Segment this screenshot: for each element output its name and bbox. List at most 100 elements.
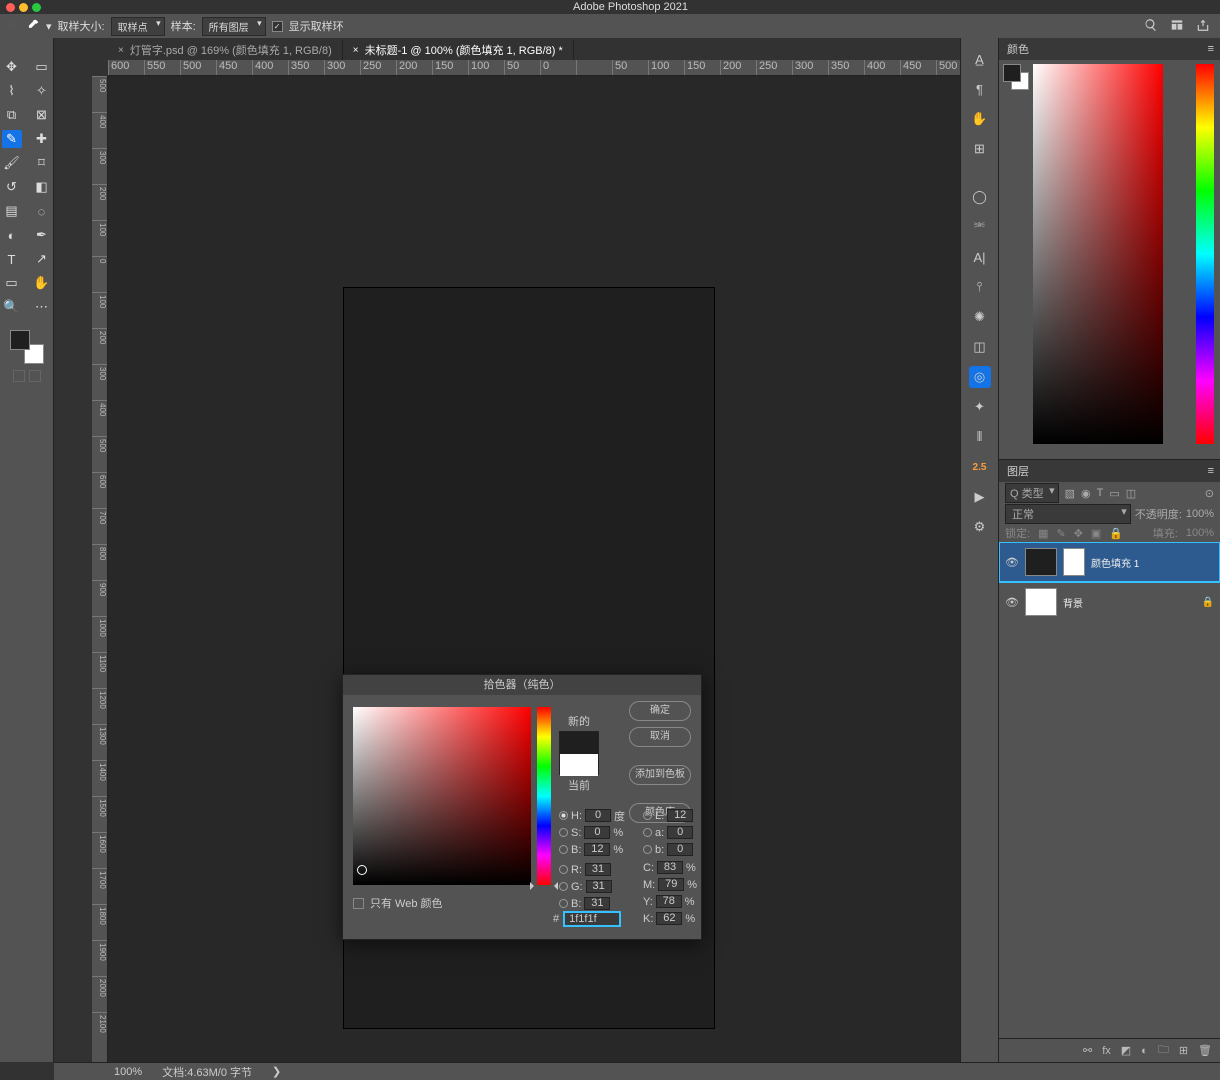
color-panel-header[interactable]: 颜色≡ (999, 38, 1220, 60)
filter-icon[interactable]: ▭ (1109, 487, 1119, 500)
eraser-tool[interactable]: ◧ (32, 178, 52, 196)
picker-color-field[interactable] (353, 707, 531, 885)
eyedropper-tool-icon[interactable] (26, 18, 40, 35)
lasso-tool[interactable]: ⌇ (2, 82, 22, 100)
filter-icon[interactable]: ◉ (1081, 487, 1091, 500)
move-tool[interactable]: ✥ (2, 58, 22, 76)
filter-icon[interactable]: ▧ (1065, 487, 1075, 500)
fx-icon[interactable]: fx (1102, 1045, 1111, 1057)
lock-icon[interactable]: ✎ (1056, 527, 1065, 540)
a-radio[interactable] (643, 828, 652, 837)
layer-mask[interactable] (1063, 548, 1085, 576)
new-color-swatch[interactable] (560, 732, 598, 754)
k-input[interactable]: 62 (656, 912, 682, 925)
healing-tool[interactable]: ✚ (32, 130, 52, 148)
filter-toggle[interactable]: ⊙ (1205, 487, 1214, 500)
screenmode-icon[interactable] (29, 370, 41, 382)
link-icon[interactable]: ⚯ (1083, 1044, 1092, 1057)
add-swatch-button[interactable]: 添加到色板 (629, 765, 691, 785)
panel-icon-7[interactable]: ✦ (969, 396, 991, 418)
share-icon[interactable] (1196, 18, 1210, 35)
filter-icon[interactable]: ◫ (1126, 487, 1136, 500)
r-radio[interactable] (559, 865, 568, 874)
document-tab-0[interactable]: ×灯管字.psd @ 169% (颜色填充 1, RGB/8) (108, 40, 343, 60)
doc-info[interactable]: 文档:4.63M/0 字节 (162, 1064, 252, 1080)
panel-menu-icon[interactable]: ≡ (1208, 43, 1220, 55)
g-input[interactable]: 31 (586, 880, 612, 893)
adjustment-icon[interactable]: ◐ (1141, 1045, 1148, 1057)
dodge-tool[interactable]: ◐ (2, 226, 22, 244)
hue-bar[interactable] (1196, 64, 1214, 444)
properties-icon[interactable]: ⎃ (969, 216, 991, 238)
visibility-icon[interactable]: 👁 (1005, 556, 1019, 569)
pen-tool[interactable]: ✒ (32, 226, 52, 244)
search-icon[interactable] (1144, 18, 1158, 35)
close-window[interactable] (6, 3, 15, 12)
marquee-tool[interactable]: ▭ (32, 58, 52, 76)
shape-tool[interactable]: ▭ (2, 274, 22, 292)
type-tool[interactable]: T (2, 250, 22, 268)
timeline-value[interactable]: 2.5 (969, 456, 991, 478)
new-layer-icon[interactable]: ⊞ (1179, 1044, 1188, 1057)
l-radio[interactable] (643, 811, 652, 820)
zoom-tool[interactable]: 🔍 (2, 298, 22, 316)
fill-value[interactable]: 100% (1186, 527, 1214, 539)
document-tab-1[interactable]: ×未标题-1 @ 100% (颜色填充 1, RGB/8) * (343, 40, 574, 60)
sample-dropdown[interactable]: 所有图层 (202, 17, 266, 36)
b2-input[interactable]: 31 (584, 897, 610, 910)
h-radio[interactable] (559, 811, 568, 820)
path-tool[interactable]: ↗ (32, 250, 52, 268)
hex-input[interactable]: 1f1f1f (563, 911, 621, 927)
a-input[interactable]: 0 (667, 826, 693, 839)
color-field[interactable] (1033, 64, 1163, 444)
ruler-horizontal[interactable]: 6005505004504003503002502001501005005010… (108, 60, 960, 76)
lock-icon[interactable]: ▣ (1091, 527, 1101, 540)
maximize-window[interactable] (32, 3, 41, 12)
opacity-value[interactable]: 100% (1186, 508, 1214, 520)
picker-hue-slider[interactable] (537, 707, 551, 885)
h-input[interactable]: 0 (585, 809, 611, 822)
layer-thumbnail[interactable] (1025, 588, 1057, 616)
history-brush-tool[interactable]: ↺ (2, 178, 22, 196)
c-input[interactable]: 83 (657, 861, 683, 874)
play-icon[interactable]: ▶ (969, 486, 991, 508)
color-swatches[interactable] (10, 330, 44, 364)
trash-icon[interactable]: 🗑 (1198, 1044, 1212, 1057)
mask-icon[interactable]: ◩ (1121, 1044, 1131, 1057)
y-input[interactable]: 78 (656, 895, 682, 908)
l-input[interactable]: 12 (667, 809, 693, 822)
web-only-checkbox[interactable] (353, 898, 364, 909)
quickmask-icon[interactable] (13, 370, 25, 382)
lock-icon[interactable]: 🔒 (1109, 527, 1123, 540)
magic-wand-tool[interactable]: ✧ (32, 82, 52, 100)
layer-filter-dropdown[interactable]: Q 类型 (1005, 483, 1059, 503)
panel-icon-8[interactable]: ⫴ (969, 426, 991, 448)
foreground-swatch[interactable] (10, 330, 30, 350)
panel-icon-4[interactable]: ✺ (969, 306, 991, 328)
blur-tool[interactable]: ◌ (32, 202, 52, 220)
paragraph-panel-icon[interactable]: ¶ (969, 78, 991, 100)
panel-icon-5[interactable]: ◫ (969, 336, 991, 358)
brush-tool[interactable]: 🖌 (2, 154, 22, 172)
sample-size-dropdown[interactable]: 取样点 (111, 17, 165, 36)
b-radio[interactable] (559, 845, 568, 854)
r-input[interactable]: 31 (585, 863, 611, 876)
hand-tool[interactable]: ✋ (32, 274, 52, 292)
b2-radio[interactable] (559, 899, 568, 908)
layer-name[interactable]: 背景 (1063, 595, 1083, 610)
layer-name[interactable]: 颜色填充 1 (1091, 555, 1139, 570)
home-icon[interactable] (4, 18, 20, 34)
gradient-tool[interactable]: ▤ (2, 202, 22, 220)
b3-radio[interactable] (643, 845, 652, 854)
close-tab-icon[interactable]: × (353, 45, 359, 56)
workspace-icon[interactable] (1170, 18, 1184, 35)
visibility-icon[interactable]: 👁 (1005, 596, 1019, 609)
show-ring-checkbox[interactable]: ✓ (272, 21, 283, 32)
status-chevron-icon[interactable]: ❯ (272, 1065, 281, 1078)
layer-row[interactable]: 👁 颜色填充 1 (999, 542, 1220, 582)
lock-icon[interactable]: ▦ (1038, 527, 1048, 540)
lock-icon[interactable]: ✥ (1074, 527, 1083, 540)
close-tab-icon[interactable]: × (118, 45, 124, 56)
s-input[interactable]: 0 (584, 826, 610, 839)
filter-icon[interactable]: T (1097, 487, 1104, 499)
